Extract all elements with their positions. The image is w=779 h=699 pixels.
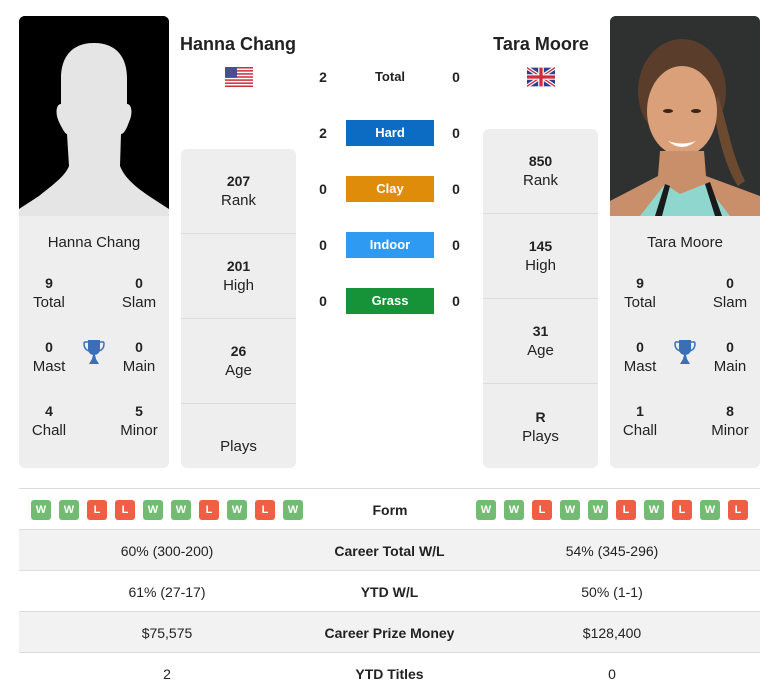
career-total-wl-label: Career Total W/L bbox=[334, 542, 445, 559]
silhouette-icon bbox=[19, 16, 169, 216]
h2h-clay-p2: 0 bbox=[452, 181, 460, 197]
h2h-total-row: 2 Total 0 bbox=[305, 64, 475, 90]
form-win-badge[interactable]: W bbox=[644, 500, 664, 520]
player1-photo bbox=[19, 16, 169, 216]
h2h-grass-p2: 0 bbox=[452, 293, 460, 309]
player2-form: WWLWWLWLWL bbox=[476, 500, 748, 520]
player1-name[interactable]: Hanna Chang bbox=[168, 34, 308, 55]
player2-ytd-titles: 0 bbox=[608, 665, 616, 682]
h2h-hard-p2: 0 bbox=[452, 125, 460, 141]
player1-age: 26 Age bbox=[181, 319, 296, 404]
form-win-badge[interactable]: W bbox=[504, 500, 524, 520]
h2h-grass-row: 0 Grass 0 bbox=[305, 288, 475, 314]
player2-titles-main: 0 Main bbox=[713, 339, 747, 375]
form-loss-badge[interactable]: L bbox=[255, 500, 275, 520]
player2-titles-mast: 0 Mast bbox=[623, 339, 657, 375]
h2h-indoor-row: 0 Indoor 0 bbox=[305, 232, 475, 258]
career-prize-money-row: $75,575 Career Prize Money $128,400 bbox=[19, 612, 760, 653]
form-win-badge[interactable]: W bbox=[171, 500, 191, 520]
h2h-grass-p1: 0 bbox=[319, 293, 327, 309]
form-loss-badge[interactable]: L bbox=[115, 500, 135, 520]
player2-plays: R Plays bbox=[522, 408, 559, 445]
player1-titles-total: 9 Total bbox=[33, 275, 65, 311]
player1-ytd-wl: 61% (27-17) bbox=[128, 583, 206, 600]
form-win-badge[interactable]: W bbox=[476, 500, 496, 520]
divider bbox=[19, 488, 760, 489]
h2h-hard-p1: 2 bbox=[319, 125, 327, 141]
surface-hard-button[interactable]: Hard bbox=[346, 120, 434, 146]
player2-name[interactable]: Tara Moore bbox=[471, 34, 611, 55]
uk-flag-icon bbox=[527, 67, 555, 87]
surface-grass-button[interactable]: Grass bbox=[346, 288, 434, 314]
player2-photo bbox=[610, 16, 760, 216]
player1-high: 201 High bbox=[181, 234, 296, 319]
h2h-total-label: Total bbox=[374, 69, 406, 84]
player2-card: Tara Moore 9 Total 0 Slam 0 Mast 0 Main … bbox=[610, 16, 760, 468]
h2h-clay-p1: 0 bbox=[319, 181, 327, 197]
player1-titles-slam: 0 Slam bbox=[121, 275, 157, 311]
player1-titles-chall: 4 Chall bbox=[31, 403, 67, 439]
player2-career-prize-money: $128,400 bbox=[582, 624, 642, 641]
h2h-clay-row: 0 Clay 0 bbox=[305, 176, 475, 202]
trophy-icon bbox=[83, 340, 105, 364]
ytd-titles-label: YTD Titles bbox=[355, 665, 424, 682]
form-loss-badge[interactable]: L bbox=[728, 500, 748, 520]
form-loss-badge[interactable]: L bbox=[532, 500, 552, 520]
trophy-icon bbox=[674, 340, 696, 364]
form-win-badge[interactable]: W bbox=[700, 500, 720, 520]
career-prize-money-label: Career Prize Money bbox=[324, 624, 455, 641]
player1-form: WWLLWWLWLW bbox=[31, 500, 303, 520]
form-win-badge[interactable]: W bbox=[283, 500, 303, 520]
h2h-indoor-p2: 0 bbox=[452, 237, 460, 253]
player2-titles: 9 Total 0 Slam 0 Mast 0 Main 1 Chall 8 M… bbox=[610, 273, 760, 468]
form-loss-badge[interactable]: L bbox=[672, 500, 692, 520]
player2-titles-total: 9 Total bbox=[624, 275, 656, 311]
usa-flag-icon bbox=[225, 67, 253, 87]
player2-titles-minor: 8 Minor bbox=[711, 403, 749, 439]
player2-rank: 850 Rank bbox=[483, 129, 598, 214]
player2-career-total-wl: 54% (345-296) bbox=[565, 542, 659, 559]
form-label: Form bbox=[372, 502, 408, 518]
player-photo-icon bbox=[610, 16, 760, 216]
player1-stats: 207 Rank 201 High 26 Age Plays bbox=[181, 149, 296, 468]
player1-career-prize-money: $75,575 bbox=[141, 624, 193, 641]
player2-titles-chall: 1 Chall bbox=[622, 403, 658, 439]
player2-stats: 850 Rank 145 High 31 Age R Plays bbox=[483, 129, 598, 468]
h2h-total-p1: 2 bbox=[319, 69, 327, 85]
form-loss-badge[interactable]: L bbox=[616, 500, 636, 520]
ytd-wl-label: YTD W/L bbox=[360, 583, 419, 600]
h2h-total-p2: 0 bbox=[452, 69, 460, 85]
player2-ytd-wl: 50% (1-1) bbox=[581, 583, 643, 600]
player2-card-name: Tara Moore bbox=[647, 234, 723, 251]
surface-clay-button[interactable]: Clay bbox=[346, 176, 434, 202]
form-loss-badge[interactable]: L bbox=[87, 500, 107, 520]
player1-plays: Plays bbox=[220, 437, 257, 455]
form-win-badge[interactable]: W bbox=[588, 500, 608, 520]
player1-rank: 207 Rank bbox=[181, 149, 296, 234]
ytd-wl-row: 61% (27-17) YTD W/L 50% (1-1) bbox=[19, 571, 760, 612]
surface-indoor-button[interactable]: Indoor bbox=[346, 232, 434, 258]
form-win-badge[interactable]: W bbox=[31, 500, 51, 520]
player1-titles: 9 Total 0 Slam 0 Mast 0 Main 4 Chall 5 M… bbox=[19, 273, 169, 468]
form-loss-badge[interactable]: L bbox=[199, 500, 219, 520]
player1-card: Hanna Chang 9 Total 0 Slam 0 Mast 0 Main… bbox=[19, 16, 169, 468]
player1-career-total-wl: 60% (300-200) bbox=[120, 542, 214, 559]
form-win-badge[interactable]: W bbox=[143, 500, 163, 520]
ytd-titles-row: 2 YTD Titles 0 bbox=[19, 653, 760, 694]
player2-titles-slam: 0 Slam bbox=[712, 275, 748, 311]
career-total-wl-row: 60% (300-200) Career Total W/L 54% (345-… bbox=[19, 530, 760, 571]
h2h-indoor-p1: 0 bbox=[319, 237, 327, 253]
form-win-badge[interactable]: W bbox=[227, 500, 247, 520]
form-win-badge[interactable]: W bbox=[560, 500, 580, 520]
player1-card-name: Hanna Chang bbox=[47, 234, 141, 251]
player1-ytd-titles: 2 bbox=[163, 665, 171, 682]
player1-titles-minor: 5 Minor bbox=[120, 403, 158, 439]
player1-titles-main: 0 Main bbox=[122, 339, 156, 375]
player2-age: 31 Age bbox=[483, 299, 598, 384]
player1-titles-mast: 0 Mast bbox=[32, 339, 66, 375]
form-win-badge[interactable]: W bbox=[59, 500, 79, 520]
player2-high: 145 High bbox=[483, 214, 598, 299]
h2h-hard-row: 2 Hard 0 bbox=[305, 120, 475, 146]
